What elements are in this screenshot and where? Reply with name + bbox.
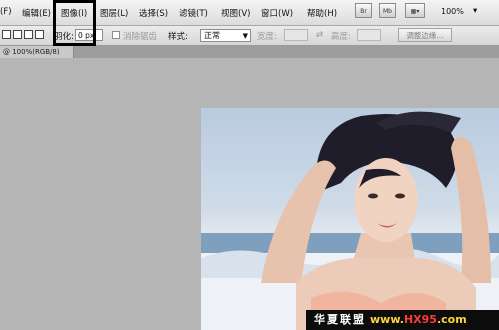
document-tab-bar: @ 100%(RGB/8) <box>0 46 499 58</box>
menu-file[interactable]: (F) <box>0 7 12 17</box>
subtract-selection-icon[interactable] <box>24 30 33 39</box>
width-input <box>284 29 308 41</box>
mini-bridge-button[interactable]: Mb <box>379 3 396 18</box>
style-select[interactable]: 正常 ▼ <box>200 29 251 42</box>
menu-filter[interactable]: 滤镜(T) <box>179 7 208 19</box>
document-tab[interactable]: @ 100%(RGB/8) <box>0 46 74 58</box>
height-label: 高度: <box>331 32 351 42</box>
refine-edge-button[interactable]: 调整边缘... <box>398 28 452 42</box>
menu-edit[interactable]: 编辑(E) <box>22 7 51 19</box>
right-eye <box>395 193 405 199</box>
document-photo[interactable] <box>201 108 499 330</box>
add-selection-icon[interactable] <box>13 30 22 39</box>
menu-layer[interactable]: 图层(L) <box>100 7 128 19</box>
intersect-selection-icon[interactable] <box>35 30 44 39</box>
antialias-checkbox[interactable] <box>112 31 120 39</box>
zoom-dropdown-icon[interactable]: ▾ <box>473 6 477 16</box>
watermark-url: www.HX95.com <box>370 313 467 326</box>
photo-illustration <box>201 111 499 330</box>
antialias-label: 消除锯齿 <box>123 32 158 42</box>
left-eye <box>368 193 378 199</box>
style-value: 正常 <box>204 31 220 40</box>
bridge-button[interactable]: Br <box>355 3 372 18</box>
new-selection-icon[interactable] <box>2 30 11 39</box>
zoom-level[interactable]: 100% <box>441 7 464 16</box>
arrange-documents-icon[interactable]: ▦▾ <box>405 3 425 18</box>
menu-help[interactable]: 帮助(H) <box>307 7 337 19</box>
highlight-box <box>53 0 96 46</box>
menu-window[interactable]: 窗口(W) <box>261 7 293 19</box>
menu-view[interactable]: 视图(V) <box>221 7 250 19</box>
width-label: 宽度: <box>257 32 277 42</box>
style-label: 样式: <box>168 32 188 42</box>
swap-icon: ⇄ <box>316 30 324 40</box>
menu-select[interactable]: 选择(S) <box>139 7 168 19</box>
chevron-down-icon: ▼ <box>242 32 248 40</box>
watermark-text: 华夏联盟 <box>314 313 366 326</box>
height-input <box>357 29 381 41</box>
watermark: 华夏联盟 www.HX95.com <box>306 310 499 330</box>
